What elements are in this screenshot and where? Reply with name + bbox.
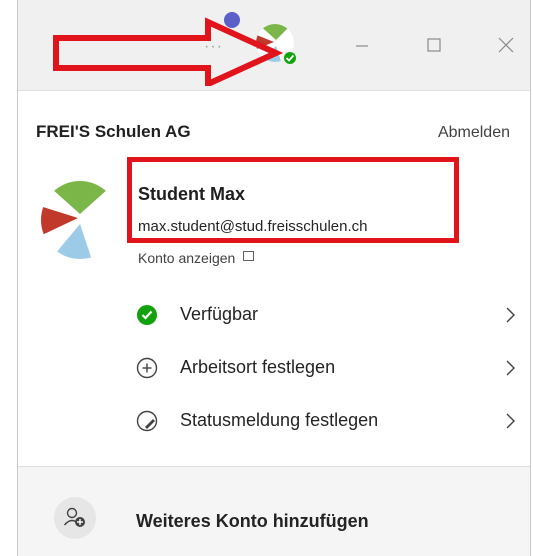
annotation-arrow xyxy=(53,17,284,86)
view-account-link[interactable]: Konto anzeigen xyxy=(138,250,255,266)
chevron-right-icon xyxy=(506,360,515,376)
external-link-icon xyxy=(243,251,255,261)
profile-avatar xyxy=(41,181,119,259)
status-available-label: Verfügbar xyxy=(180,304,259,324)
close-icon[interactable] xyxy=(486,28,526,58)
title-bar: ··· xyxy=(18,0,530,91)
organization-name: FREI'S Schulen AG xyxy=(36,122,191,141)
available-icon xyxy=(137,305,157,325)
status-message-icon xyxy=(136,410,158,432)
status-available-item[interactable]: Verfügbar xyxy=(18,290,530,340)
view-account-label: Konto anzeigen xyxy=(138,250,236,266)
maximize-icon[interactable] xyxy=(414,28,454,58)
account-flyout-window: ··· FREI'S Schulen AG Abmelden Student M… xyxy=(17,0,531,556)
chevron-right-icon xyxy=(506,307,515,323)
add-person-icon xyxy=(54,497,96,539)
work-location-item[interactable]: Arbeitsort festlegen xyxy=(18,343,530,393)
status-message-label: Statusmeldung festlegen xyxy=(180,410,379,430)
chevron-right-icon xyxy=(506,413,515,429)
annotation-highlight-box xyxy=(127,157,459,243)
minimize-icon[interactable] xyxy=(342,28,382,58)
add-account-label: Weiteres Konto hinzufügen xyxy=(136,511,369,531)
add-account-item[interactable]: Weiteres Konto hinzufügen xyxy=(18,466,530,556)
status-message-item[interactable]: Statusmeldung festlegen xyxy=(18,396,530,446)
sign-out-link[interactable]: Abmelden xyxy=(438,124,510,142)
work-location-label: Arbeitsort festlegen xyxy=(180,357,336,377)
location-icon xyxy=(136,357,158,379)
